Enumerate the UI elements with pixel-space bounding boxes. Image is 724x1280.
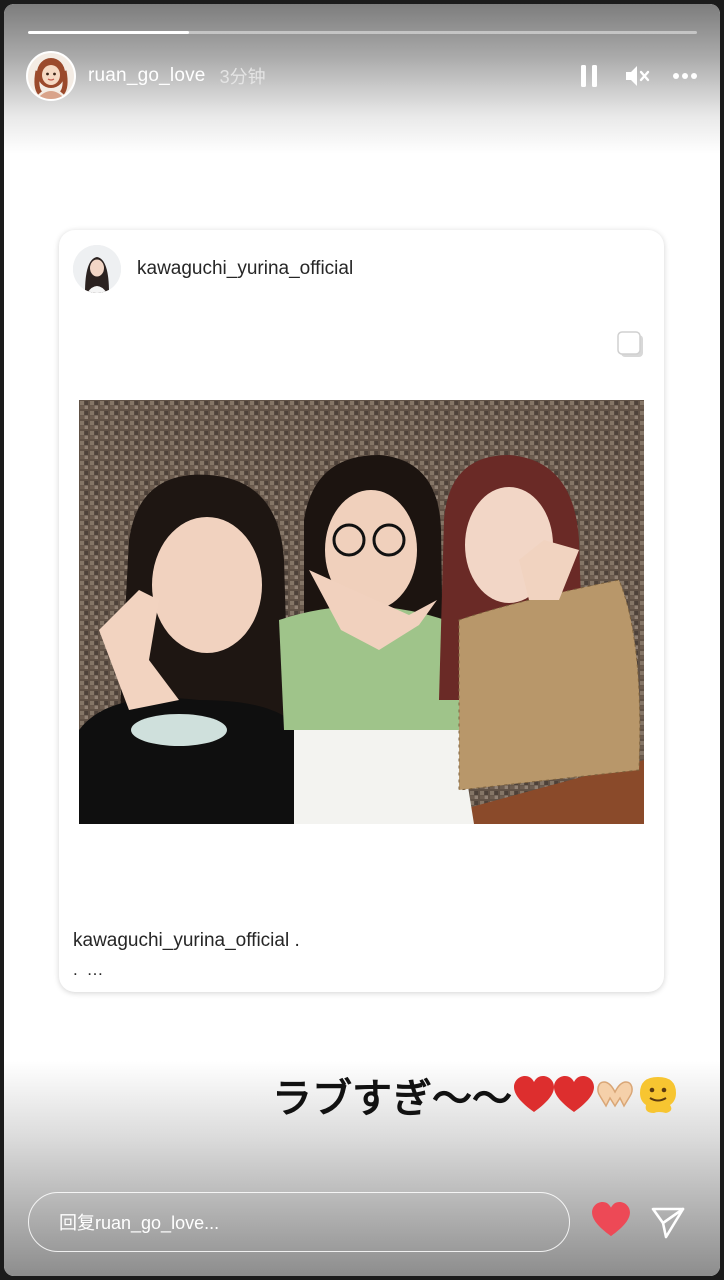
overlay-text: ラブすぎ〜〜 [272,1076,512,1122]
story-progress-bar [28,31,697,34]
story-header: ruan_go_love 3分钟 [26,51,698,101]
mute-icon[interactable] [624,63,650,89]
red-heart-icon [514,1076,554,1112]
post-photo[interactable] [79,400,644,824]
story-progress-fill [28,31,189,34]
post-caption: kawaguchi_yurina_official . [73,930,300,952]
header-controls [576,63,698,89]
heart-hands-icon [597,1081,633,1108]
send-icon [651,1207,685,1239]
heart-icon [592,1202,630,1237]
story-text-overlay: ラブすぎ〜〜 [272,1066,680,1124]
send-button[interactable] [650,1204,686,1240]
caption-more[interactable]: . … [73,960,105,980]
story-viewer: ruan_go_love 3分钟 kawaguchi_yurina_offici… [4,4,720,1276]
post-username[interactable]: kawaguchi_yurina_official [137,258,353,280]
red-heart-icon [554,1076,594,1112]
post-header: kawaguchi_yurina_official [73,244,353,294]
pause-icon[interactable] [576,63,602,89]
like-button[interactable] [592,1202,630,1240]
post-avatar[interactable] [73,245,121,293]
caption-username[interactable]: kawaguchi_yurina_official [73,930,289,951]
reply-input[interactable]: 回复ruan_go_love... [28,1192,570,1252]
melting-face-icon [640,1077,676,1113]
reply-placeholder: 回复ruan_go_love... [59,1213,220,1233]
story-time: 3分钟 [219,67,266,87]
shared-post-card[interactable]: kawaguchi_yurina_official kawaguchi_yuri… [59,230,664,992]
overlay-emojis [514,1075,680,1115]
caption-text: . [294,930,300,951]
story-username[interactable]: ruan_go_love [88,65,206,87]
multiple-photos-icon [616,330,646,360]
more-icon[interactable] [672,63,698,89]
avatar[interactable] [26,51,76,101]
